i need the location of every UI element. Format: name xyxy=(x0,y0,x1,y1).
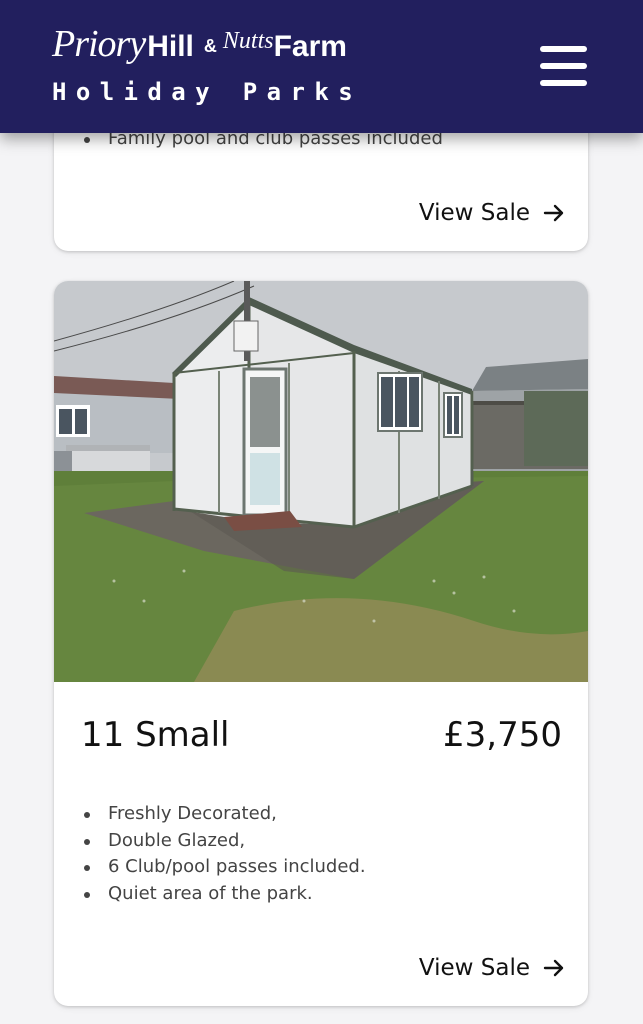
feature-list: Freshly Decorated, Double Glazed, 6 Club… xyxy=(82,801,366,907)
feature-item: 6 Club/pool passes included. xyxy=(82,854,366,881)
menu-bar xyxy=(540,46,587,52)
hamburger-menu-icon[interactable] xyxy=(540,46,588,90)
logo-nutts-text: Nutts xyxy=(222,28,274,54)
logo-farm-text: Farm xyxy=(273,30,347,63)
menu-bar xyxy=(540,80,587,86)
feature-item: Freshly Decorated, xyxy=(82,801,366,828)
arrow-right-icon xyxy=(543,204,564,222)
page: PrioryHill & NuttsFarm Holiday Parks Famil… xyxy=(0,0,643,1024)
view-sale-label: View Sale xyxy=(418,955,530,981)
logo-tagline: Holiday Parks xyxy=(52,78,363,106)
site-header: PrioryHill & NuttsFarm Holiday Parks xyxy=(0,0,643,133)
arrow-right-icon xyxy=(543,959,564,977)
logo-ampersand: & xyxy=(203,36,217,56)
view-sale-link[interactable]: View Sale xyxy=(419,955,566,981)
logo-priory-text: Priory xyxy=(52,23,146,65)
feature-item: Quiet area of the park. xyxy=(82,881,366,908)
feature-item: Double Glazed, xyxy=(82,828,366,855)
listing-price: £3,750 xyxy=(443,715,562,755)
site-logo[interactable]: PrioryHill & NuttsFarm Holiday Parks xyxy=(52,22,372,122)
listing-photo[interactable] xyxy=(54,281,588,682)
menu-bar xyxy=(540,63,587,69)
view-sale-link[interactable]: View Sale xyxy=(419,200,566,226)
view-sale-label: View Sale xyxy=(418,200,530,226)
logo-wordmark: PrioryHill & NuttsFarm xyxy=(52,22,347,74)
logo-hill-text: Hill xyxy=(147,30,194,63)
listing-card: 11 Small £3,750 Freshly Decorated, Doubl… xyxy=(54,281,588,1006)
listing-title: 11 Small xyxy=(81,715,230,755)
